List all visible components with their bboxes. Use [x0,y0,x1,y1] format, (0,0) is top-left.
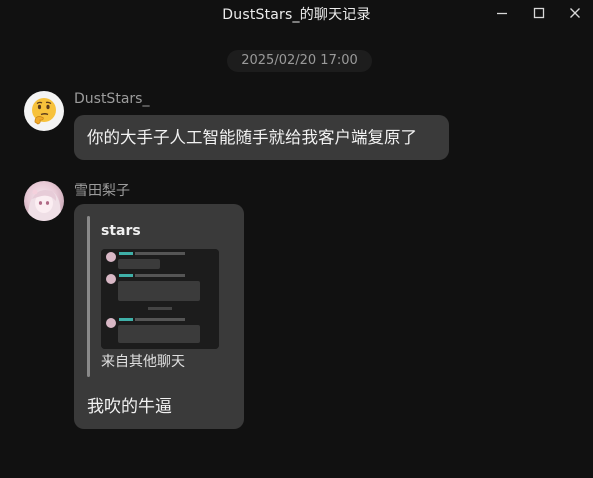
quote-bar [87,216,90,377]
maximize-icon [533,7,545,19]
window-titlebar: DustStars_的聊天记录 [0,0,593,28]
chat-screenshot-thumbnail-icon [101,249,219,349]
message-text: 我吹的牛逼 [87,397,172,417]
quote-thumbnail[interactable] [101,249,219,349]
sender-name: 雪田梨子 [74,183,130,199]
message-bubble[interactable]: stars 来自其他聊天 我吹的牛逼 [74,204,244,429]
minimize-icon [497,12,507,15]
minimize-button[interactable] [484,0,520,26]
avatar[interactable] [24,181,64,221]
thinking-face-emoji-icon [32,98,56,125]
message-timestamp: 2025/02/20 17:00 [227,50,372,72]
maximize-button[interactable] [521,0,557,26]
avatar[interactable] [24,91,64,131]
quote-source-label: 来自其他聊天 [101,354,185,370]
message-text: 你的大手子人工智能随手就给我客户端复原了 [87,128,417,147]
anime-girl-avatar-icon [27,189,62,221]
quote-author: stars [101,223,141,239]
close-icon [570,8,580,18]
sender-name: DustStars_ [74,91,150,107]
message-bubble[interactable]: 你的大手子人工智能随手就给我客户端复原了 [74,115,449,160]
close-button[interactable] [557,0,593,26]
